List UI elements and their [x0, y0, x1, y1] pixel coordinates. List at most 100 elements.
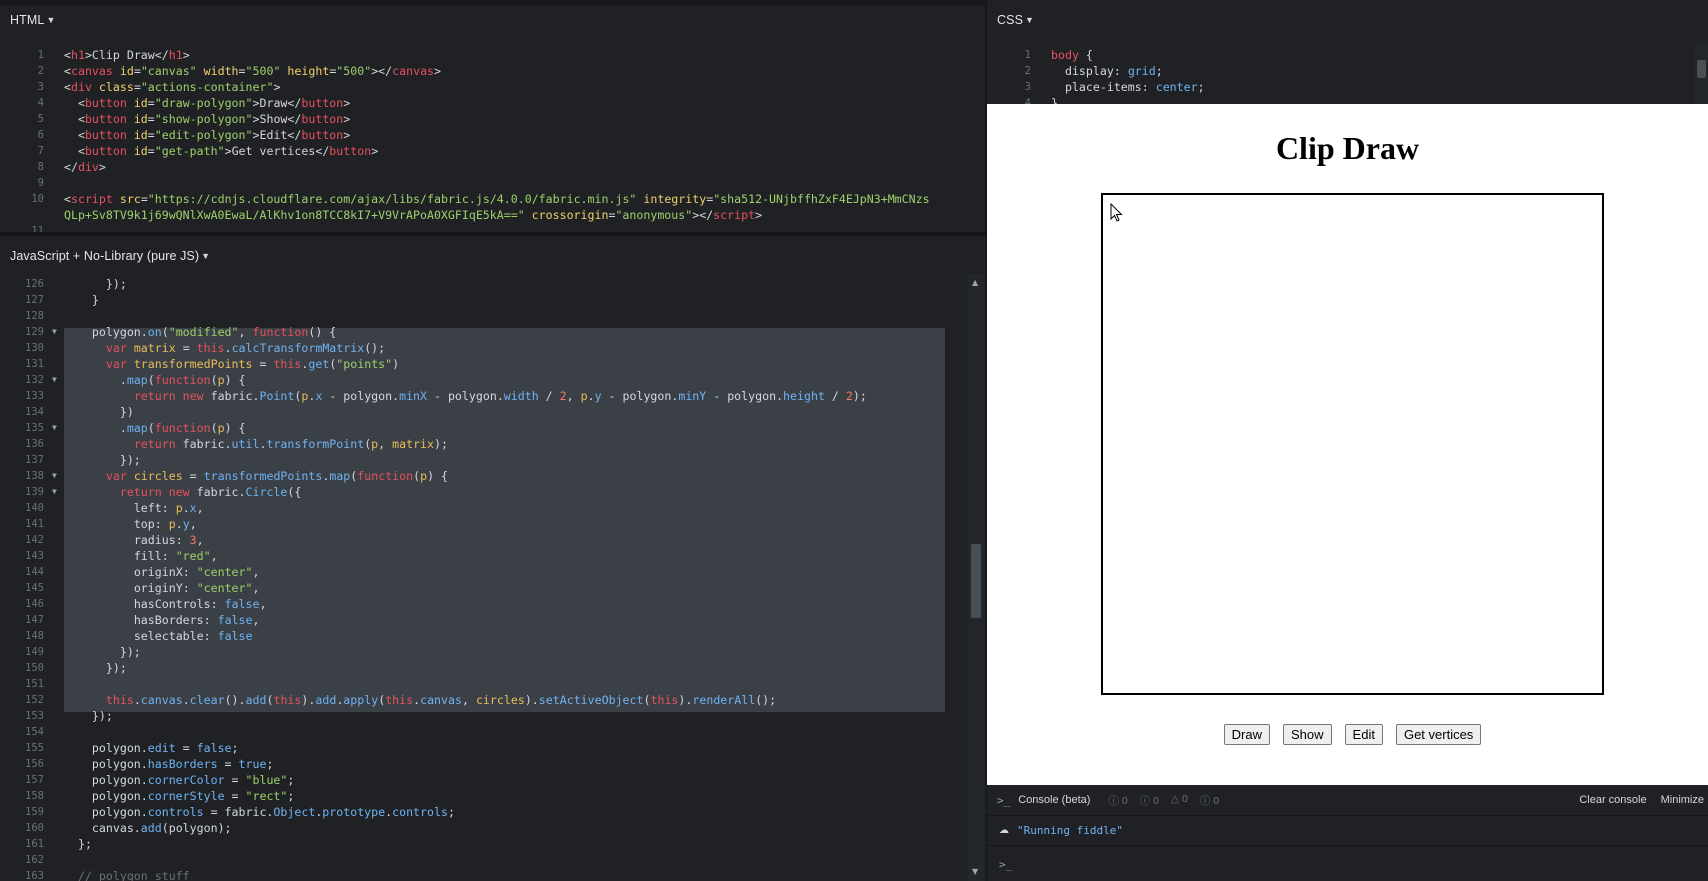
line-number: 2	[37, 65, 44, 77]
code-text: }	[64, 293, 99, 307]
clear-console-button[interactable]: Clear console	[1579, 794, 1646, 806]
code-line: 133 return new fabric.Point(p.x - polygo…	[0, 388, 986, 404]
line-number: 158	[25, 790, 44, 802]
code-line: 4}	[987, 95, 1708, 104]
code-text: <script src="https://cdnjs.cloudflare.co…	[64, 192, 930, 206]
info-count[interactable]: ⓘ 0	[1108, 793, 1127, 808]
js-code-editor[interactable]: 126 }); 127 } 128 129 ▼ polygon.on("modified…	[0, 276, 986, 881]
code-text: });	[64, 277, 127, 291]
code-line: 161 };	[0, 836, 986, 852]
css-pane-header[interactable]: CSS ▼	[987, 0, 1708, 40]
line-number: 137	[25, 454, 44, 466]
code-line: 151	[0, 676, 986, 692]
html-pane-header[interactable]: HTML ▼	[0, 0, 986, 40]
code-text: });	[64, 661, 127, 675]
error-count[interactable]: ⓘ 0	[1140, 793, 1159, 808]
line-number: 161	[25, 838, 44, 850]
code-text: </div>	[64, 160, 106, 174]
line-number: 9	[37, 177, 44, 189]
draw-button[interactable]: Draw	[1223, 724, 1271, 745]
line-number: 150	[25, 662, 44, 674]
js-scrollbar-thumb[interactable]	[971, 544, 981, 618]
code-text: return new fabric.Circle({	[119, 485, 302, 499]
code-text: left: p.x,	[133, 501, 204, 515]
code-text: <canvas id="canvas" width="500" height="…	[64, 64, 442, 78]
code-line: 159 polygon.controls = fabric.Object.pro…	[0, 804, 986, 820]
scroll-down-arrow-icon[interactable]: ▼	[972, 867, 978, 876]
code-line: 155 polygon.edit = false;	[0, 740, 986, 756]
fold-toggle-icon[interactable]: ▼	[52, 324, 57, 340]
code-line: 148 selectable: false	[0, 628, 986, 644]
code-line: 139 ▼ return new fabric.Circle({	[0, 484, 986, 500]
show-button[interactable]: Show	[1283, 724, 1332, 745]
fold-toggle-icon[interactable]: ▼	[52, 468, 57, 484]
code-line: 7 <button id="get-path">Get vertices</bu…	[0, 143, 986, 159]
html-code-editor[interactable]: 1 <h1>Clip Draw</h1> 2 <canvas id="canvas" …	[0, 47, 986, 232]
console-input[interactable]: >_	[999, 858, 1012, 871]
code-line: 130 var matrix = this.calcTransformMatri…	[0, 340, 986, 356]
code-line: 143 fill: "red",	[0, 548, 986, 564]
line-number: 129	[25, 326, 44, 338]
get-vertices-button[interactable]: Get vertices	[1395, 724, 1482, 745]
minimize-button[interactable]: Minimize	[1661, 794, 1704, 806]
fold-toggle-icon[interactable]: ▼	[52, 484, 57, 500]
scroll-up-arrow-icon[interactable]: ▲	[972, 278, 978, 287]
code-line: 134 })	[0, 404, 986, 420]
code-text: top: p.y,	[133, 517, 197, 531]
code-text: <button id="draw-polygon">Draw</button>	[77, 96, 351, 110]
code-line: 5 <button id="show-polygon">Show</button…	[0, 111, 986, 127]
log-count[interactable]: ⓘ 0	[1200, 793, 1219, 808]
css-scrollbar[interactable]	[1695, 44, 1708, 104]
fold-toggle-icon[interactable]: ▼	[52, 420, 57, 436]
line-number: 5	[37, 113, 44, 125]
code-text: hasBorders: false,	[133, 613, 260, 627]
css-editor-pane: CSS ▼ 1 body {2 display: grid; 3 place-ite…	[987, 0, 1708, 104]
code-line: 3 place-items: center;	[987, 79, 1708, 95]
warning-count[interactable]: △ 0	[1171, 793, 1188, 808]
chevron-down-icon[interactable]: ▼	[46, 15, 55, 25]
code-text: originY: "center",	[133, 581, 260, 595]
line-number: 4	[37, 97, 44, 109]
code-text: return fabric.util.transformPoint(p, mat…	[133, 437, 448, 451]
code-text: originX: "center",	[133, 565, 260, 579]
code-line: 129 ▼ polygon.on("modified", function() {	[0, 324, 986, 340]
line-number: 145	[25, 582, 44, 594]
code-line: 9	[0, 175, 986, 191]
css-scrollbar-thumb[interactable]	[1697, 60, 1706, 78]
fold-toggle-icon[interactable]: ▼	[52, 372, 57, 388]
code-text: display: grid;	[1064, 64, 1163, 78]
code-line: 149 });	[0, 644, 986, 660]
line-number: 159	[25, 806, 44, 818]
css-code-editor[interactable]: 1 body {2 display: grid; 3 place-items: ce…	[987, 47, 1708, 104]
code-line: 153 });	[0, 708, 986, 724]
code-text: QLp+Sv8TV9k1j69wQNlXwA0EwaL/AlKhv1on8TCC…	[64, 208, 763, 222]
js-pane-header[interactable]: JavaScript + No-Library (pure JS) ▼	[0, 236, 986, 276]
line-number: 147	[25, 614, 44, 626]
line-number: 126	[25, 278, 44, 290]
console-toolbar: >_ Console (beta) ⓘ 0 ⓘ 0 △ 0 ⓘ 0 Clear …	[987, 785, 1708, 816]
code-line: 8 </div>	[0, 159, 986, 175]
html-editor-pane: HTML ▼ 1 <h1>Clip Draw</h1> 2 <canvas id="c…	[0, 0, 986, 232]
code-text: selectable: false	[133, 629, 253, 643]
console-panel: >_ Console (beta) ⓘ 0 ⓘ 0 △ 0 ⓘ 0 Clear …	[987, 785, 1708, 881]
code-line: 152 this.canvas.clear().add(this).add.ap…	[0, 692, 986, 708]
js-scrollbar[interactable]: ▲ ▼	[968, 274, 984, 881]
line-number: 146	[25, 598, 44, 610]
drawing-canvas[interactable]	[1101, 193, 1604, 695]
line-number: 151	[25, 678, 44, 690]
line-number: 141	[25, 518, 44, 530]
console-separator	[987, 845, 1708, 846]
actions-container: Draw Show Edit Get vertices	[987, 724, 1708, 745]
code-line: 132 ▼ .map(function(p) {	[0, 372, 986, 388]
chevron-down-icon[interactable]: ▼	[1025, 15, 1034, 25]
chevron-down-icon[interactable]: ▼	[201, 251, 210, 261]
code-line: 138 ▼ var circles = transformedPoints.map…	[0, 468, 986, 484]
line-number: 142	[25, 534, 44, 546]
line-number: 140	[25, 502, 44, 514]
edit-button[interactable]: Edit	[1344, 724, 1383, 745]
code-line: 2 <canvas id="canvas" width="500" height=…	[0, 63, 986, 79]
code-line: 131 var transformedPoints = this.get("po…	[0, 356, 986, 372]
code-text: fill: "red",	[133, 549, 218, 563]
code-text: return new fabric.Point(p.x - polygon.mi…	[133, 389, 867, 403]
line-number: 157	[25, 774, 44, 786]
